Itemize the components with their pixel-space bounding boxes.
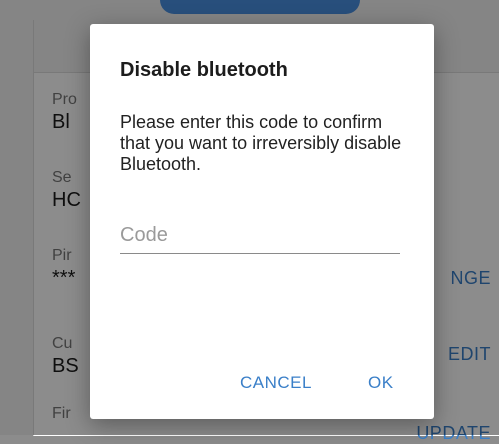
dialog-title: Disable bluetooth	[120, 59, 288, 81]
dialog-message: Please enter this code to confirm that y…	[120, 112, 402, 174]
ok-button[interactable]: OK	[366, 369, 396, 397]
cancel-button[interactable]: CANCEL	[238, 369, 314, 397]
disable-bluetooth-dialog: Disable bluetooth Please enter this code…	[90, 24, 434, 419]
code-input[interactable]	[120, 217, 400, 254]
